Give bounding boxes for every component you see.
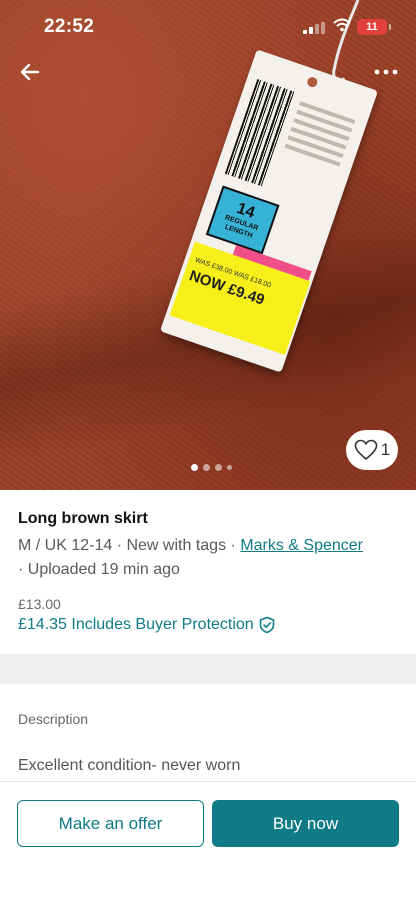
pagination-dot[interactable]	[215, 464, 222, 471]
back-button[interactable]	[14, 56, 46, 88]
cellular-signal-icon	[303, 22, 325, 34]
more-options-button[interactable]	[370, 58, 402, 86]
buy-now-button[interactable]: Buy now	[212, 800, 399, 847]
make-offer-button[interactable]: Make an offer	[17, 800, 204, 847]
buyer-protection-price[interactable]: £14.35 Includes Buyer Protection	[18, 616, 402, 634]
item-meta: M / UK 12-14 · New with tags · Marks & S…	[18, 534, 402, 582]
shield-check-icon	[259, 616, 275, 634]
status-time: 22:52	[44, 16, 95, 37]
tag-size-box: 14 REGULAR LENGTH	[205, 185, 280, 255]
action-bar: Make an offer Buy now	[0, 781, 416, 900]
item-size-condition: M / UK 12-14 · New with tags ·	[18, 537, 241, 554]
tag-text-lines	[283, 97, 357, 172]
pagination-dot-active[interactable]	[191, 464, 198, 471]
more-horizontal-icon	[374, 69, 398, 75]
favourite-button[interactable]: 1	[346, 430, 398, 470]
brand-link[interactable]: Marks & Spencer	[240, 537, 363, 554]
pagination-dot[interactable]	[227, 465, 232, 470]
item-upload-time: · Uploaded 19 min ago	[18, 561, 180, 578]
wifi-icon	[333, 18, 351, 32]
product-photo[interactable]: 14 REGULAR LENGTH WAS £38.00 WAS £18.00 …	[0, 0, 416, 490]
item-title: Long brown skirt	[18, 510, 148, 527]
tag-hole	[305, 75, 319, 89]
heart-icon	[354, 439, 378, 461]
item-info: Long brown skirt M / UK 12-14 · New with…	[18, 510, 402, 634]
favourite-count: 1	[380, 440, 391, 459]
battery-icon: 11	[357, 19, 391, 35]
tag-barcode	[224, 79, 296, 187]
photo-pagination-dots[interactable]	[191, 464, 232, 471]
arrow-left-icon	[20, 63, 40, 81]
status-bar: 22:52 11	[0, 0, 416, 54]
tag-sale-sticker: WAS £38.00 WAS £18.00 NOW £9.49	[169, 241, 312, 356]
item-price: £13.00	[18, 596, 61, 612]
pagination-dot[interactable]	[203, 464, 210, 471]
description-label: Description	[18, 711, 89, 727]
section-divider	[0, 654, 416, 684]
battery-level: 11	[366, 21, 378, 33]
description-text: Excellent condition- never worn	[18, 757, 241, 774]
buyer-protection-label: £14.35 Includes Buyer Protection	[18, 616, 254, 633]
